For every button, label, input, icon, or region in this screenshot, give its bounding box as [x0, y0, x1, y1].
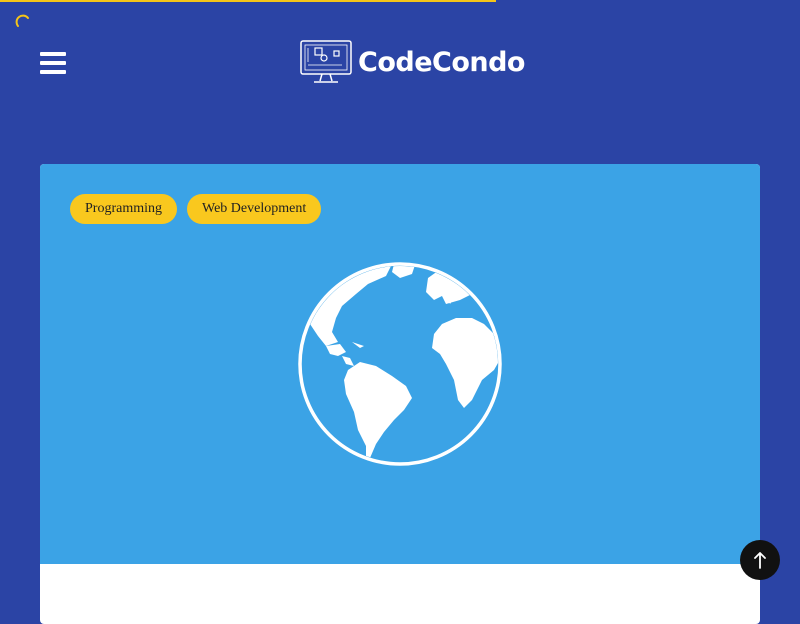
- post-hero-image[interactable]: Programming Web Development: [40, 164, 760, 564]
- loading-spinner-icon: [15, 14, 29, 27]
- tag-programming[interactable]: Programming: [70, 194, 177, 224]
- hamburger-line: [40, 61, 66, 65]
- site-name: CodeCondo: [358, 46, 525, 78]
- hamburger-menu-button[interactable]: [40, 52, 66, 78]
- hamburger-line: [40, 70, 66, 74]
- monitor-logo-icon: [300, 40, 352, 83]
- post-card: Programming Web Development: [40, 164, 760, 624]
- site-logo-link[interactable]: CodeCondo: [300, 40, 525, 84]
- page-loading-progress-bar: [0, 0, 496, 2]
- post-tags: Programming Web Development: [70, 194, 322, 224]
- arrow-up-icon: [754, 552, 766, 569]
- tag-web-development[interactable]: Web Development: [187, 194, 322, 224]
- globe-icon: [298, 262, 502, 466]
- hamburger-line: [40, 52, 66, 56]
- back-to-top-button[interactable]: [740, 540, 780, 580]
